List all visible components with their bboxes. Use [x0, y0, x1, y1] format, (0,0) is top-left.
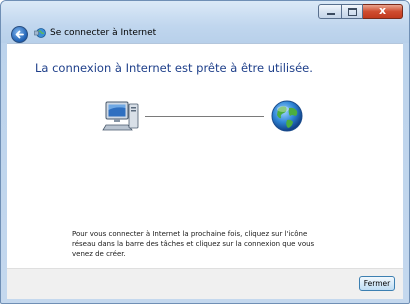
window-title: Se connecter à Internet	[50, 28, 157, 38]
window-controls: x	[318, 4, 403, 20]
back-button[interactable]	[11, 26, 28, 43]
maximize-button[interactable]	[342, 4, 363, 19]
network-connection-icon	[34, 28, 46, 38]
close-window-button[interactable]: x	[363, 4, 403, 19]
close-button[interactable]: Fermer	[359, 276, 395, 291]
wizard-content: La connexion à Internet est prête à être…	[7, 43, 403, 268]
wizard-footer: Fermer	[7, 268, 403, 299]
close-icon: x	[378, 4, 387, 17]
globe-icon	[271, 100, 303, 132]
wizard-window: Se connecter à Internet x La connexion à…	[0, 0, 410, 304]
connection-line	[145, 116, 264, 117]
title-bar[interactable]: Se connecter à Internet x	[1, 1, 409, 43]
minimize-button[interactable]	[318, 4, 342, 19]
computer-icon	[102, 101, 139, 131]
page-heading: La connexion à Internet est prête à être…	[35, 61, 313, 75]
back-arrow-icon	[15, 30, 24, 39]
instructions-text: Pour vous connecter à Internet la procha…	[72, 230, 315, 258]
